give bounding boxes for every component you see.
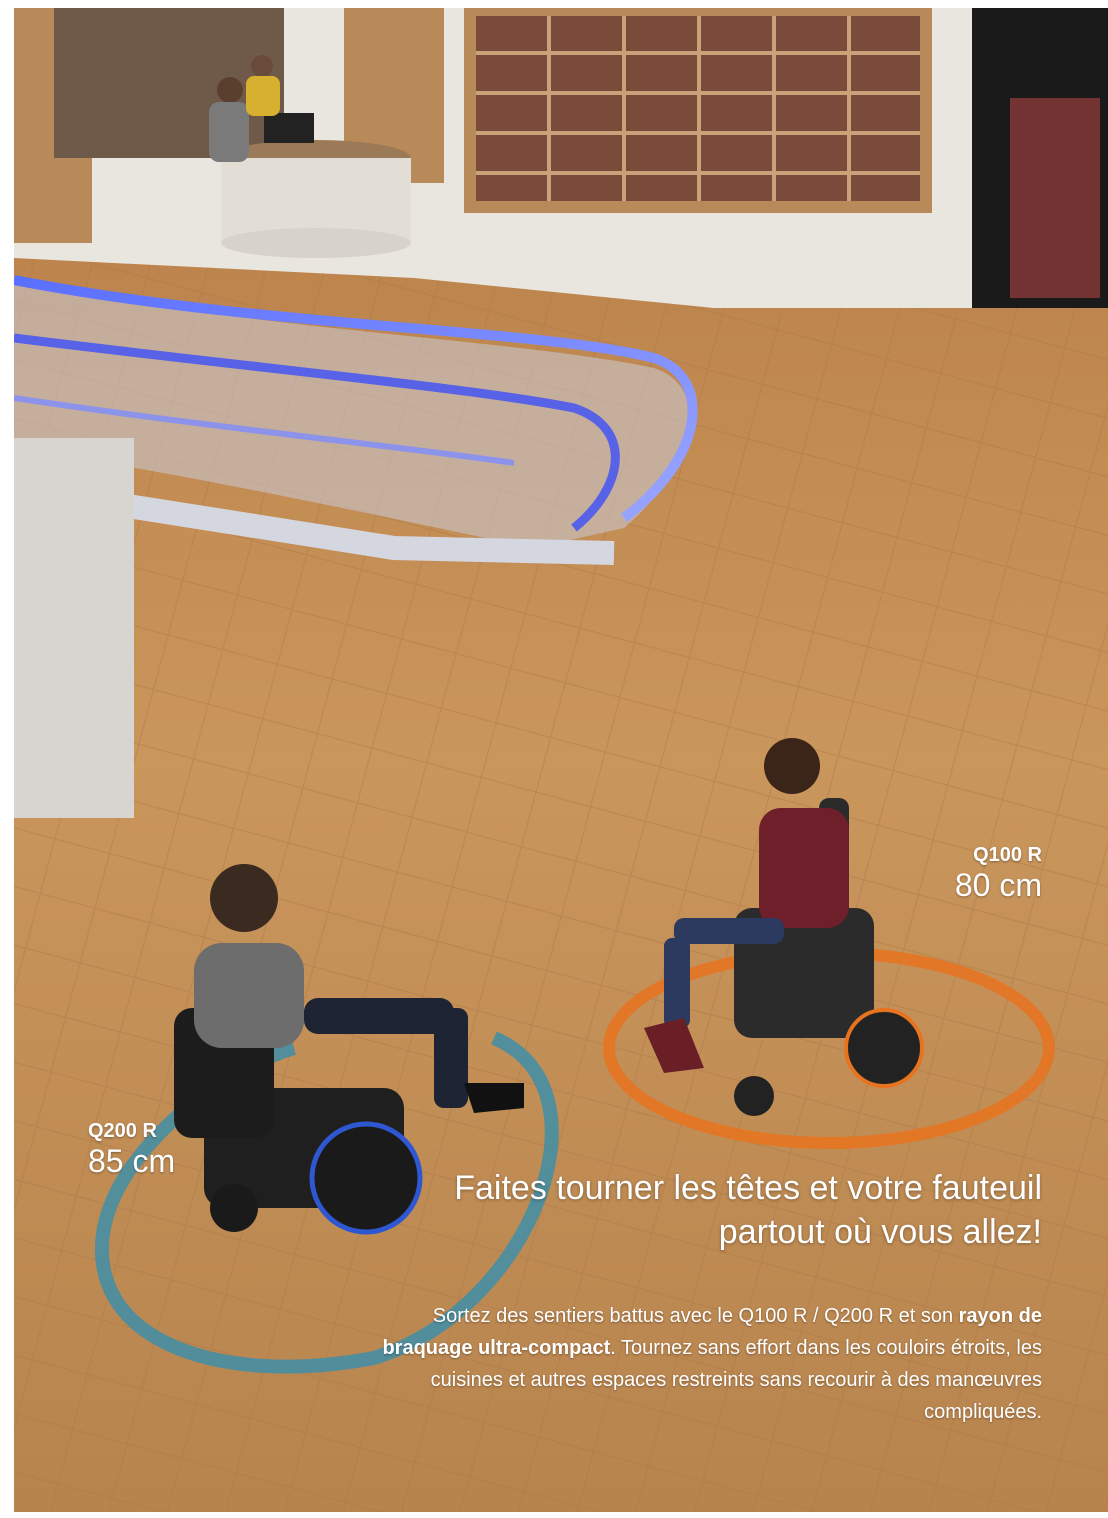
q200-label: Q200 R 85 cm [88,1120,175,1179]
q100-label: Q100 R 80 cm [955,844,1042,903]
body-paragraph: Sortez des sentiers battus avec le Q100 … [362,1300,1042,1428]
library-photo [14,8,1108,1512]
brochure-page: Q100 R 80 cm Q200 R 85 cm Faites tourner… [0,0,1108,1518]
headline-line-2: partout où vous allez! [718,1213,1042,1251]
headline-line-1: Faites tourner les têtes et votre fauteu… [454,1169,1042,1207]
q200-model-name: Q200 R [88,1120,157,1142]
scene-illustration [14,8,1108,1512]
q200-turning-radius: 85 cm [88,1143,176,1179]
headline: Faites tourner les têtes et votre fauteu… [322,1166,1042,1254]
q100-model-name: Q100 R [973,844,1042,866]
q100-turning-radius: 80 cm [954,867,1042,903]
body-text-part-1: Sortez des sentiers battus avec le Q100 … [432,1305,954,1327]
